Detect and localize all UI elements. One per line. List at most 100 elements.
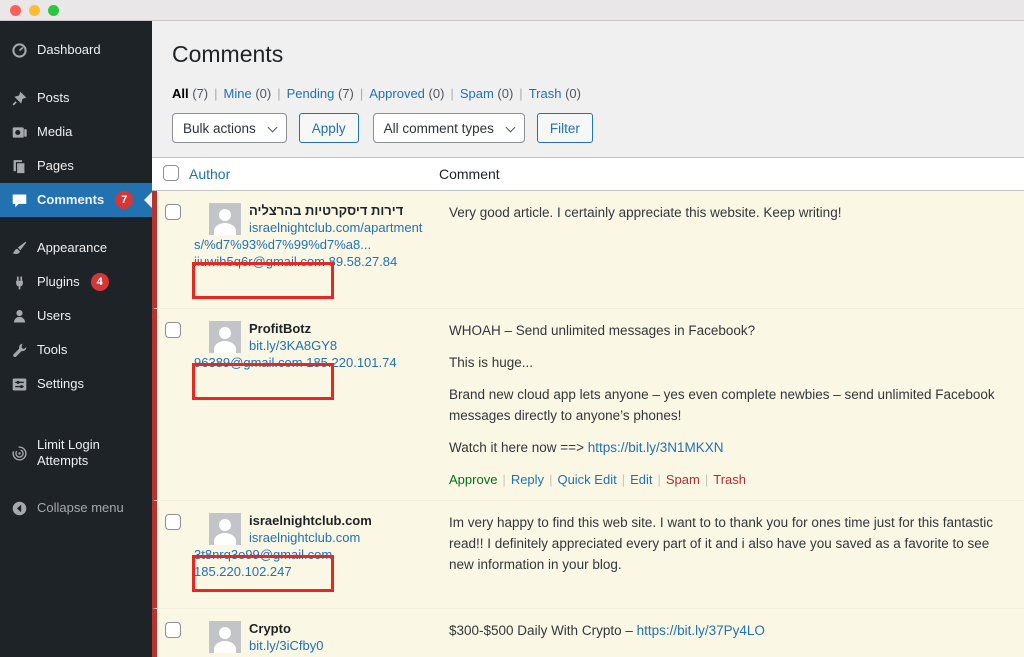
close-window-button[interactable] — [10, 5, 21, 16]
chevron-down-icon — [267, 123, 277, 133]
admin-sidebar: Dashboard Posts Media Pages — [0, 21, 152, 657]
comment-text: $300-$500 Daily With Crypto – https://bi… — [449, 620, 1008, 641]
view-spam[interactable]: Spam — [460, 86, 494, 101]
comment-column-header: Comment — [439, 166, 1024, 182]
author-ip-link[interactable]: 89.58.27.84 — [329, 254, 398, 269]
comment-row: ProfitBotz bit.ly/3KA8GY8 96389@gmail.co… — [152, 309, 1024, 501]
page-title: Comments — [168, 35, 1024, 72]
comment-cell: WHOAH – Send unlimited messages in Faceb… — [439, 309, 1024, 500]
sidebar-label: Dashboard — [37, 42, 101, 58]
avatar — [209, 621, 241, 653]
sidebar-item-comments[interactable]: Comments 7 — [0, 183, 152, 217]
author-email-link[interactable]: 96389@gmail.com — [194, 355, 303, 370]
author-email-link[interactable]: iiuwih5q6r@gmail.com — [194, 254, 325, 269]
quick-edit-action[interactable]: Quick Edit — [557, 472, 616, 487]
author-cell: Crypto bit.ly/3iCfby0 89646@gmail.com 38… — [194, 609, 439, 657]
view-pending[interactable]: Pending — [287, 86, 335, 101]
author-name: ProfitBotz — [249, 321, 311, 336]
comment-types-select[interactable]: All comment types — [373, 113, 525, 143]
select-all-checkbox[interactable] — [163, 165, 179, 181]
sidebar-item-plugins[interactable]: Plugins 4 — [0, 265, 152, 299]
comment-text: Watch it here now ==> https://bit.ly/3N1… — [449, 437, 1008, 458]
sidebar-item-media[interactable]: Media — [0, 115, 152, 149]
view-mine[interactable]: Mine — [224, 86, 252, 101]
chevron-down-icon — [505, 123, 515, 133]
spam-action[interactable]: Spam — [666, 472, 700, 487]
sidebar-label: Comments — [37, 192, 104, 208]
row-checkbox[interactable] — [165, 622, 181, 638]
sidebar-label: Pages — [37, 158, 74, 174]
row-actions: Approve|Reply|Quick Edit|Edit|Spam|Trash — [449, 469, 1008, 490]
comment-cell: $300-$500 Daily With Crypto – https://bi… — [439, 609, 1024, 657]
comment-cell: Very good article. I certainly appreciat… — [439, 191, 1024, 308]
sidebar-item-limit-login-attempts[interactable]: Limit Login Attempts — [0, 429, 152, 478]
brush-icon — [10, 239, 28, 257]
sidebar-label: Tools — [37, 342, 67, 358]
sidebar-item-pages[interactable]: Pages — [0, 149, 152, 183]
comment-text: Very good article. I certainly appreciat… — [449, 202, 1008, 223]
comment-body-link[interactable]: https://bit.ly/37Py4LO — [637, 623, 765, 638]
author-ip-link[interactable]: 185.220.102.247 — [194, 564, 292, 579]
sidebar-label: Posts — [37, 90, 70, 106]
comments-count-badge: 7 — [115, 191, 133, 209]
sidebar-label: Collapse menu — [37, 500, 124, 516]
sidebar-item-users[interactable]: Users — [0, 299, 152, 333]
table-header: Author Comment — [152, 157, 1024, 191]
author-url-link[interactable]: israelnightclub.com — [249, 530, 360, 545]
list-toolbar: Bulk actions Apply All comment types Fil… — [168, 101, 1024, 153]
minimize-window-button[interactable] — [29, 5, 40, 16]
author-name: Crypto — [249, 621, 291, 636]
author-ip-link[interactable]: 185.220.101.74 — [306, 355, 396, 370]
sidebar-label: Users — [37, 308, 71, 324]
author-name: דירות דיסקרטיות בהרצליה — [249, 203, 403, 218]
comment-row: israelnightclub.com israelnightclub.com … — [152, 501, 1024, 609]
comment-body-link[interactable]: https://bit.ly/3N1MKXN — [588, 440, 724, 455]
sidebar-item-tools[interactable]: Tools — [0, 333, 152, 367]
row-checkbox[interactable] — [165, 322, 181, 338]
author-column-sort[interactable]: Author — [189, 166, 230, 182]
pushpin-icon — [10, 89, 28, 107]
comment-status-views: All (7)|Mine (0)|Pending (7)|Approved (0… — [168, 72, 1024, 101]
author-url-link[interactable]: bit.ly/3KA8GY8 — [249, 338, 337, 353]
author-cell: ProfitBotz bit.ly/3KA8GY8 96389@gmail.co… — [194, 309, 439, 500]
zoom-window-button[interactable] — [48, 5, 59, 16]
pages-icon — [10, 157, 28, 175]
comment-cell: Im very happy to find this web site. I w… — [439, 501, 1024, 608]
fingerprint-icon — [10, 444, 28, 462]
sidebar-item-posts[interactable]: Posts — [0, 81, 152, 115]
view-approved[interactable]: Approved — [369, 86, 425, 101]
approve-action[interactable]: Approve — [449, 472, 497, 487]
row-checkbox[interactable] — [165, 514, 181, 530]
filter-button[interactable]: Filter — [537, 113, 593, 143]
edit-action[interactable]: Edit — [630, 472, 652, 487]
collapse-arrow-icon — [10, 500, 28, 518]
sidebar-item-settings[interactable]: Settings — [0, 367, 152, 401]
comments-page: Comments All (7)|Mine (0)|Pending (7)|Ap… — [152, 21, 1024, 657]
media-icon — [10, 123, 28, 141]
dashboard-icon — [10, 41, 28, 59]
sidebar-label: Limit Login Attempts — [37, 437, 121, 470]
comment-row: דירות דיסקרטיות בהרצליה israelnightclub.… — [152, 191, 1024, 309]
sliders-icon — [10, 375, 28, 393]
sidebar-item-appearance[interactable]: Appearance — [0, 231, 152, 265]
sidebar-item-collapse-menu[interactable]: Collapse menu — [0, 492, 152, 526]
app-window: Dashboard Posts Media Pages — [0, 0, 1024, 657]
plug-icon — [10, 273, 28, 291]
author-email-link[interactable]: 3t8nrq3o99@gmail.com — [194, 547, 332, 562]
apply-button[interactable]: Apply — [299, 113, 359, 143]
view-trash[interactable]: Trash — [529, 86, 562, 101]
author-cell: דירות דיסקרטיות בהרצליה israelnightclub.… — [194, 191, 439, 308]
comment-text: WHOAH – Send unlimited messages in Faceb… — [449, 320, 1008, 341]
author-name: israelnightclub.com — [249, 513, 372, 528]
view-all[interactable]: All — [172, 86, 189, 101]
sidebar-label: Settings — [37, 376, 84, 392]
avatar — [209, 203, 241, 235]
user-icon — [10, 307, 28, 325]
sidebar-item-dashboard[interactable]: Dashboard — [0, 33, 152, 67]
author-cell: israelnightclub.com israelnightclub.com … — [194, 501, 439, 608]
reply-action[interactable]: Reply — [511, 472, 544, 487]
row-checkbox[interactable] — [165, 204, 181, 220]
bulk-actions-select[interactable]: Bulk actions — [172, 113, 287, 143]
trash-action[interactable]: Trash — [713, 472, 746, 487]
author-url-link[interactable]: bit.ly/3iCfby0 — [249, 638, 323, 653]
